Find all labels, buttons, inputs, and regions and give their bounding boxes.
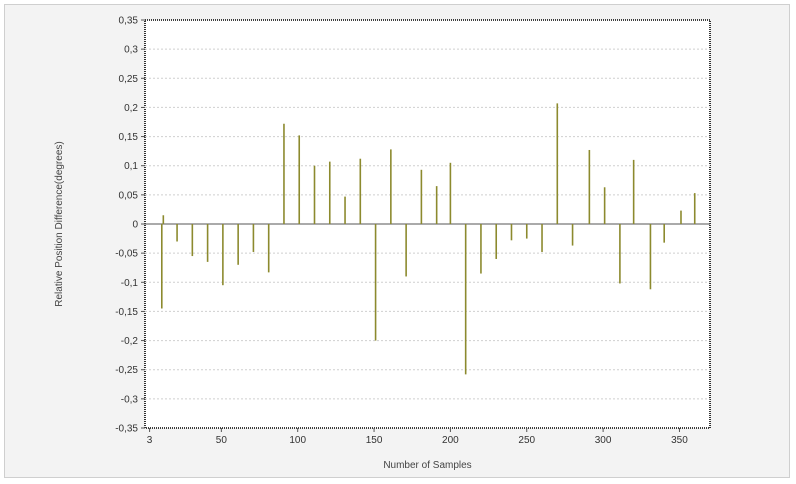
x-tick-label: 200 — [442, 435, 459, 446]
y-tick-label: -0,2 — [121, 336, 139, 347]
x-tick-label: 50 — [216, 435, 228, 446]
y-tick-label: -0,3 — [121, 394, 139, 405]
x-axis-title: Number of Samples — [383, 460, 471, 471]
y-tick-label: 0,05 — [119, 190, 139, 201]
y-tick-label: 0,15 — [119, 132, 139, 143]
x-tick-label: 350 — [671, 435, 688, 446]
y-tick-labels: 0,35 0,3 0,25 0,2 0,15 0,1 0,05 0 -0,05 -0,1 -0,15… — [115, 16, 138, 435]
y-tick-label: -0,05 — [115, 249, 138, 260]
x-tick-label: 300 — [595, 435, 612, 446]
y-tick-label: 0,25 — [119, 74, 139, 85]
y-tick-label: -0,1 — [121, 278, 139, 289]
x-tick-label: 100 — [289, 435, 306, 446]
x-tick-label: 3 — [147, 435, 153, 446]
y-tick-label: 0,2 — [124, 103, 138, 114]
y-tick-label: -0,15 — [115, 307, 138, 318]
y-tick-label: 0,3 — [124, 45, 138, 56]
y-tick-label: -0,35 — [115, 424, 138, 435]
y-tick-label: 0,35 — [119, 16, 139, 27]
x-tick-label: 250 — [518, 435, 535, 446]
x-tick-label: 150 — [366, 435, 383, 446]
y-tick-label: 0 — [132, 220, 138, 231]
y-tick-label: -0,25 — [115, 365, 138, 376]
x-tick-labels: 3 50 100 150 200 250 300 350 — [147, 435, 688, 446]
y-axis-title: Relative Position Difference(degrees) — [54, 141, 65, 306]
y-tick-label: 0,1 — [124, 161, 138, 172]
relative-position-chart: 0,35 0,3 0,25 0,2 0,15 0,1 0,05 0 -0,05 -0,1 -0,15… — [54, 16, 711, 471]
